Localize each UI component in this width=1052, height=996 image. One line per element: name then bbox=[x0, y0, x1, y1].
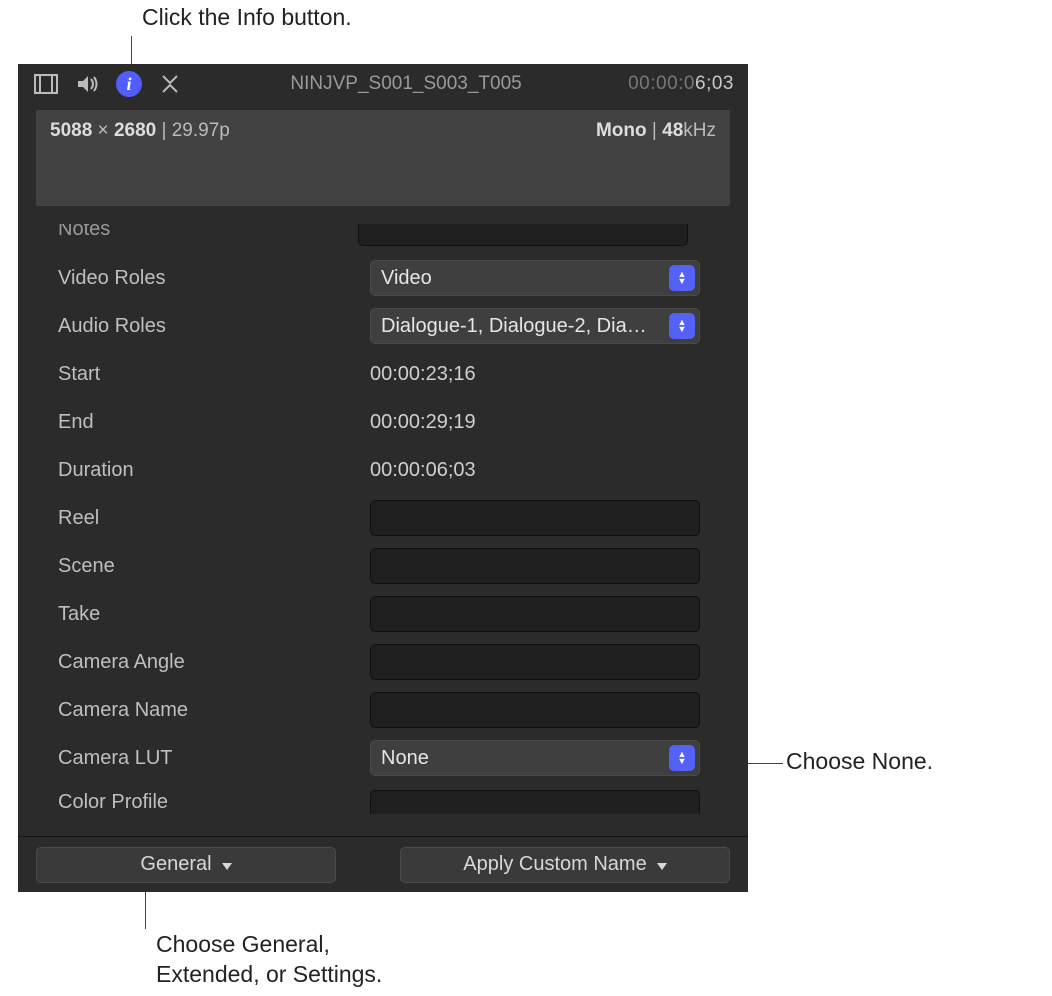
audio-rate: 48 bbox=[662, 120, 683, 141]
info-tab-button[interactable]: i bbox=[116, 71, 142, 97]
clip-name-label: NINJVP_S001_S003_T005 bbox=[198, 73, 614, 95]
chevron-down-icon bbox=[653, 853, 667, 876]
video-format-label: 5088 × 2680 | 29.97p bbox=[50, 120, 230, 196]
callout-right: Choose None. bbox=[786, 748, 933, 775]
callout-top: Click the Info button. bbox=[142, 4, 352, 31]
chevron-updown-icon: ▲▼ bbox=[669, 313, 695, 339]
callout-bottom: Choose General, Extended, or Settings. bbox=[156, 930, 382, 990]
color-profile-input[interactable] bbox=[370, 790, 700, 814]
row-notes: Notes bbox=[34, 224, 726, 254]
format-width: 5088 bbox=[50, 120, 92, 141]
inspector-topbar: i NINJVP_S001_S003_T005 00:00:06;03 bbox=[18, 64, 748, 104]
audio-roles-value: Dialogue-1, Dialogue-2, Dia… bbox=[381, 315, 647, 338]
reel-input[interactable] bbox=[370, 500, 700, 536]
chevron-down-icon bbox=[218, 853, 232, 876]
take-label: Take bbox=[58, 603, 358, 626]
scene-label: Scene bbox=[58, 555, 358, 578]
audio-roles-select[interactable]: Dialogue-1, Dialogue-2, Dia… ▲▼ bbox=[370, 308, 700, 344]
row-camera-lut: Camera LUT None ▲▼ bbox=[34, 734, 726, 782]
duration-label: Duration bbox=[58, 459, 358, 482]
camera-lut-label: Camera LUT bbox=[58, 747, 358, 770]
audio-tab-icon[interactable] bbox=[74, 70, 102, 98]
video-roles-label: Video Roles bbox=[58, 267, 358, 290]
timecode-dim: 00:00:0 bbox=[628, 73, 695, 94]
row-camera-angle: Camera Angle bbox=[34, 638, 726, 686]
apply-custom-name-menu[interactable]: Apply Custom Name bbox=[400, 847, 730, 883]
row-reel: Reel bbox=[34, 494, 726, 542]
row-color-profile: Color Profile bbox=[34, 782, 726, 822]
audio-channels: Mono bbox=[596, 120, 647, 141]
format-summary: 5088 × 2680 | 29.97p Mono | 48kHz bbox=[36, 110, 730, 206]
audio-roles-label: Audio Roles bbox=[58, 315, 358, 338]
camera-angle-input[interactable] bbox=[370, 644, 700, 680]
row-take: Take bbox=[34, 590, 726, 638]
chevron-updown-icon: ▲▼ bbox=[669, 745, 695, 771]
take-input[interactable] bbox=[370, 596, 700, 632]
row-scene: Scene bbox=[34, 542, 726, 590]
video-roles-value: Video bbox=[381, 267, 432, 290]
metadata-view-label: General bbox=[140, 853, 211, 876]
end-value[interactable]: 00:00:29;19 bbox=[370, 411, 476, 434]
row-start: Start 00:00:23;16 bbox=[34, 350, 726, 398]
row-duration: Duration 00:00:06;03 bbox=[34, 446, 726, 494]
callout-bottom-leader bbox=[145, 891, 146, 929]
video-tab-icon[interactable] bbox=[32, 70, 60, 98]
start-label: Start bbox=[58, 363, 358, 386]
inspector-bottom-bar: General Apply Custom Name bbox=[18, 836, 748, 892]
clip-duration-timecode: 00:00:06;03 bbox=[628, 73, 734, 95]
callout-bottom-line1: Choose General, bbox=[156, 931, 330, 957]
timecode-highlight: 6;03 bbox=[695, 73, 734, 94]
share-tab-icon[interactable] bbox=[156, 70, 184, 98]
metadata-form: Notes Video Roles Video ▲▼ Audio Roles D… bbox=[34, 224, 740, 836]
row-audio-roles: Audio Roles Dialogue-1, Dialogue-2, Dia…… bbox=[34, 302, 726, 350]
row-video-roles: Video Roles Video ▲▼ bbox=[34, 254, 726, 302]
end-label: End bbox=[58, 411, 358, 434]
camera-lut-value: None bbox=[381, 747, 429, 770]
camera-name-label: Camera Name bbox=[58, 699, 358, 722]
notes-input[interactable] bbox=[358, 224, 688, 246]
inspector-panel: i NINJVP_S001_S003_T005 00:00:06;03 5088… bbox=[18, 64, 748, 892]
chevron-updown-icon: ▲▼ bbox=[669, 265, 695, 291]
reel-label: Reel bbox=[58, 507, 358, 530]
color-profile-label: Color Profile bbox=[58, 791, 358, 814]
frame-rate: 29.97p bbox=[172, 120, 230, 141]
scrollbar-track[interactable] bbox=[726, 224, 740, 836]
camera-angle-label: Camera Angle bbox=[58, 651, 358, 674]
apply-custom-name-label: Apply Custom Name bbox=[463, 853, 646, 876]
row-camera-name: Camera Name bbox=[34, 686, 726, 734]
format-height: 2680 bbox=[114, 120, 156, 141]
callout-bottom-line2: Extended, or Settings. bbox=[156, 961, 382, 987]
start-value[interactable]: 00:00:23;16 bbox=[370, 363, 476, 386]
notes-label: Notes bbox=[58, 224, 358, 241]
camera-lut-select[interactable]: None ▲▼ bbox=[370, 740, 700, 776]
scene-input[interactable] bbox=[370, 548, 700, 584]
scrollbar-thumb[interactable] bbox=[728, 354, 738, 554]
camera-name-input[interactable] bbox=[370, 692, 700, 728]
duration-value[interactable]: 00:00:06;03 bbox=[370, 459, 476, 482]
audio-format-label: Mono | 48kHz bbox=[596, 120, 716, 196]
video-roles-select[interactable]: Video ▲▼ bbox=[370, 260, 700, 296]
metadata-view-menu[interactable]: General bbox=[36, 847, 336, 883]
row-end: End 00:00:29;19 bbox=[34, 398, 726, 446]
